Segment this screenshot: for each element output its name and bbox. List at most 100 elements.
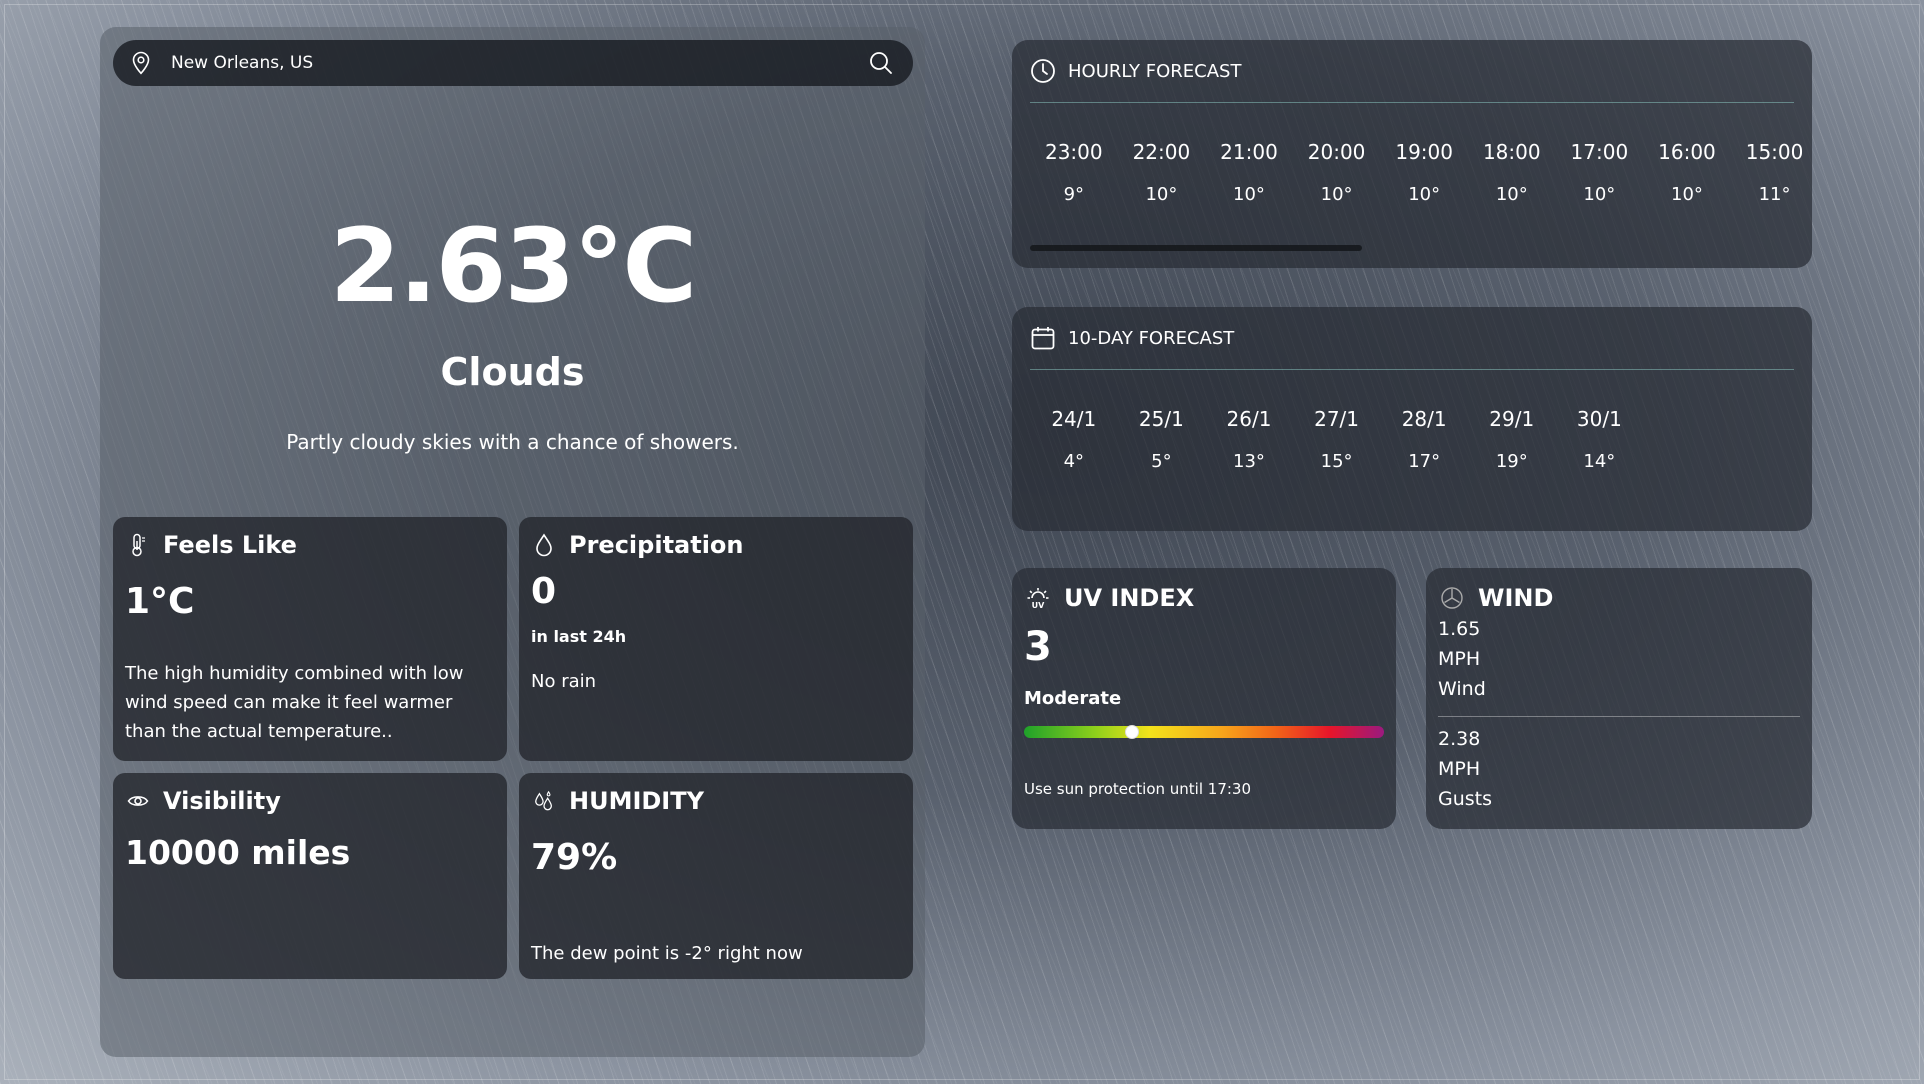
hourly-forecast-item: 21:00 10° [1205, 140, 1293, 205]
hourly-forecast-item-label: 21:00 [1220, 140, 1278, 164]
wind-gusts: 2.38 MPH Gusts [1438, 724, 1492, 814]
droplets-icon [535, 790, 552, 811]
daily-forecast-item: 30/1 14° [1556, 407, 1644, 472]
wind-card: WIND 1.65 MPH Wind 2.38 MPH Gusts [1426, 568, 1812, 829]
hourly-forecast-item: 20:00 10° [1293, 140, 1381, 205]
current-weather-panel: 2.63°C Clouds Partly cloudy skies with a… [100, 27, 925, 1057]
hourly-divider [1030, 102, 1794, 103]
eye-icon [127, 796, 149, 806]
wind-header: WIND [1440, 584, 1553, 612]
humidity-title: HUMIDITY [569, 787, 704, 815]
daily-forecast-item: 24/1 4° [1030, 407, 1118, 472]
uv-scale-marker [1125, 725, 1139, 739]
hourly-forecast-item-label: 19:00 [1395, 140, 1453, 164]
daily-forecast-item-temp: 14° [1583, 451, 1616, 472]
svg-text:UV: UV [1032, 601, 1045, 610]
daily-forecast-item-label: 27/1 [1314, 407, 1360, 431]
feels-like-value: 1°C [125, 581, 195, 622]
daily-forecast-item: 27/1 15° [1293, 407, 1381, 472]
humidity-note: The dew point is -2° right now [531, 943, 803, 964]
daily-forecast-item-temp: 13° [1233, 451, 1265, 472]
uv-index-header: UV UV INDEX [1026, 584, 1194, 612]
daily-forecast-item: 29/1 19° [1468, 407, 1556, 472]
current-condition: Clouds [440, 350, 585, 394]
hourly-scrollbar[interactable] [1030, 245, 1362, 251]
search-button[interactable] [867, 49, 895, 77]
precipitation-value: 0 [531, 571, 557, 612]
daily-forecast-item-label: 30/1 [1576, 407, 1622, 431]
daily-forecast-header: 10-DAY FORECAST [1030, 325, 1234, 351]
daily-forecast-panel: 10-DAY FORECAST 24/1 4° 25/1 5° 26/1 13° 27/1 1… [1012, 307, 1812, 531]
humidity-card: HUMIDITY 79% The dew point is -2° right … [519, 773, 913, 979]
wind-speed: 1.65 MPH Wind [1438, 614, 1486, 704]
hourly-forecast-item-temp: 10° [1408, 184, 1441, 205]
hourly-forecast-item-temp: 10° [1583, 184, 1616, 205]
feels-like-title: Feels Like [163, 531, 297, 559]
hourly-forecast-item: 19:00 10° [1380, 140, 1468, 205]
thermometer-icon [132, 533, 145, 557]
hourly-forecast-title: HOURLY FORECAST [1068, 60, 1242, 82]
visibility-card: Visibility 10000 miles [113, 773, 507, 979]
location-search-input[interactable] [171, 53, 867, 73]
daily-forecast-item-label: 25/1 [1138, 407, 1184, 431]
current-temperature: 2.63°C [329, 207, 698, 326]
feels-like-card: Feels Like 1°C The high humidity combine… [113, 517, 507, 761]
humidity-header: HUMIDITY [533, 787, 704, 815]
hourly-forecast-item: 15:00 11° [1731, 140, 1819, 205]
hourly-forecast-item-label: 23:00 [1044, 140, 1103, 164]
precipitation-card: Precipitation 0 in last 24h No rain [519, 517, 913, 761]
daily-divider [1030, 369, 1794, 370]
hourly-forecast-item-label: 16:00 [1658, 140, 1716, 164]
hourly-forecast-item-temp: 9° [1063, 184, 1085, 205]
hourly-forecast-item-temp: 10° [1233, 184, 1265, 205]
wind-gusts-label: Gusts [1438, 788, 1493, 810]
visibility-header: Visibility [127, 787, 281, 815]
hourly-forecast-item-label: 17:00 [1570, 140, 1629, 164]
hourly-forecast-item-temp: 10° [1671, 184, 1703, 205]
feels-like-note: The high humidity combined with low wind… [125, 663, 464, 742]
wind-divider [1438, 716, 1800, 717]
hourly-forecast-item: 22:00 10° [1118, 140, 1206, 205]
hourly-forecast-item-temp: 10° [1495, 184, 1528, 205]
wind-gusts-unit: MPH [1438, 758, 1481, 780]
daily-forecast-item-label: 24/1 [1051, 407, 1097, 431]
hourly-forecast-item-label: 15:00 [1745, 140, 1804, 164]
wind-icon [1441, 587, 1463, 609]
uv-protection-note: Use sun protection until 17:30 [1024, 780, 1252, 798]
feels-like-header: Feels Like [127, 531, 297, 559]
uv-index-card: UV UV INDEX 3 Moderate Use sun protectio… [1012, 568, 1396, 829]
uv-index-level: Moderate [1024, 688, 1122, 709]
uv-index-title: UV INDEX [1064, 584, 1195, 612]
droplet-icon [536, 533, 552, 557]
visibility-title: Visibility [163, 787, 281, 815]
hourly-forecast-panel: HOURLY FORECAST 23:00 9° 22:00 10° 21:00 10° 2… [1012, 40, 1812, 268]
wind-gusts-value: 2.38 [1438, 728, 1481, 750]
precipitation-period: in last 24h [531, 627, 627, 646]
daily-forecast-item-label: 26/1 [1226, 407, 1272, 431]
uv-scale-bar [1024, 725, 1384, 739]
search-icon [870, 52, 892, 74]
uv-sun-icon: UV [1027, 588, 1049, 610]
hourly-forecast-item: 17:00 10° [1556, 140, 1644, 205]
visibility-value: 10000 miles [125, 833, 351, 872]
daily-forecast-item-label: 29/1 [1489, 407, 1535, 431]
wind-speed-unit: MPH [1438, 648, 1481, 670]
daily-forecast-item: 25/1 5° [1118, 407, 1206, 472]
hourly-forecast-list[interactable]: 23:00 9° 22:00 10° 21:00 10° 20:00 10° 19:00 10° 1… [1030, 140, 1818, 205]
daily-forecast-item-temp: 15° [1320, 451, 1353, 472]
clock-icon [1031, 59, 1055, 83]
daily-forecast-item: 28/1 17° [1380, 407, 1468, 472]
hourly-forecast-item-temp: 11° [1758, 184, 1791, 205]
hourly-forecast-item: 18:00 10° [1468, 140, 1556, 205]
location-pin-icon [132, 51, 150, 75]
daily-forecast-item-label: 28/1 [1401, 407, 1447, 431]
daily-forecast-item-temp: 5° [1151, 451, 1172, 472]
calendar-icon [1031, 327, 1055, 350]
hourly-forecast-item-temp: 10° [1320, 184, 1353, 205]
hourly-forecast-item: 23:00 9° [1030, 140, 1118, 205]
precipitation-header: Precipitation [533, 531, 744, 559]
daily-forecast-list: 24/1 4° 25/1 5° 26/1 13° 27/1 15° 28/1 17° 29/1 19°… [1030, 407, 1643, 472]
daily-forecast-item-temp: 19° [1495, 451, 1528, 472]
search-bar [113, 40, 913, 86]
precipitation-note: No rain [531, 671, 597, 692]
